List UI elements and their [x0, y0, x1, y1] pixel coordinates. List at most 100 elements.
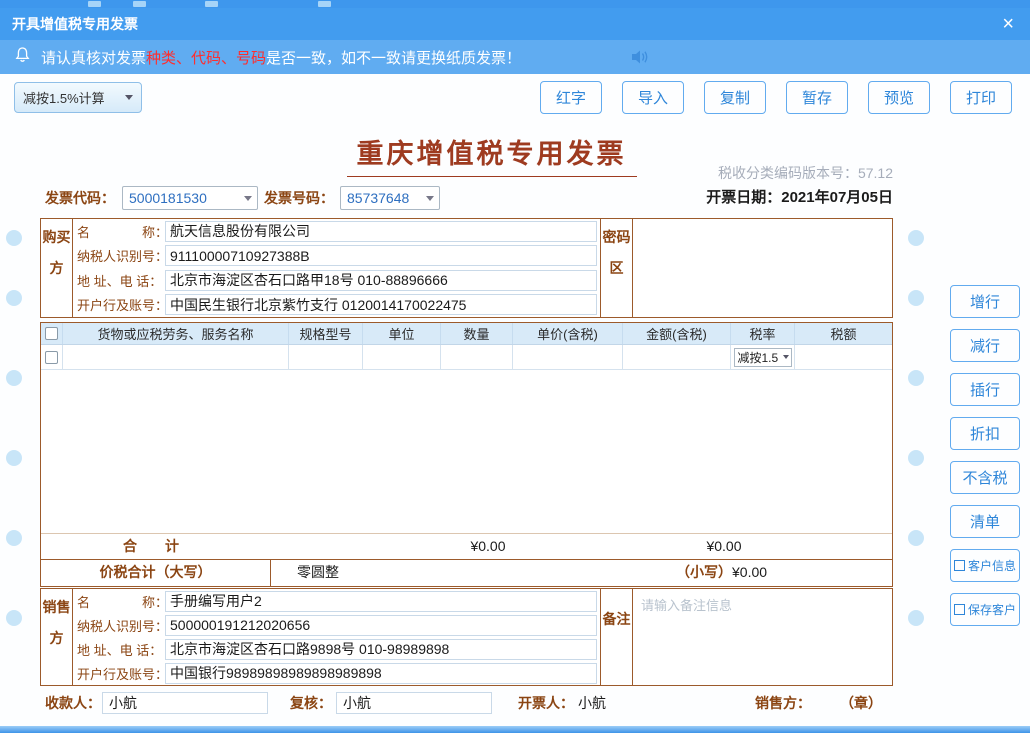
- seller-name-input[interactable]: 手册编写用户2: [165, 591, 597, 612]
- invoice-number-select[interactable]: 85737648: [340, 186, 440, 210]
- goods-name-cell[interactable]: [63, 345, 289, 370]
- spec-cell[interactable]: [289, 345, 363, 370]
- taskbar-mini-icon: [88, 1, 101, 7]
- buyer-name-row: 名 称： 航天信息股份有限公司: [73, 219, 600, 244]
- items-table: 货物或应税劳务、服务名称 规格型号 单位 数量 单价(含税) 金额(含税) 税率…: [40, 322, 893, 560]
- invoice-number-value: 85737648: [347, 190, 409, 206]
- quantity-cell[interactable]: [441, 345, 513, 370]
- customer-info-button[interactable]: 客户信息: [950, 549, 1020, 582]
- notice-bar: 请认真核对发票种类、代码、号码是否一致，如不一致请更换纸质发票！: [0, 40, 1030, 74]
- checkbox-icon: [954, 604, 965, 615]
- select-all-checkbox[interactable]: [45, 327, 58, 340]
- decorative-dot: [908, 530, 924, 546]
- insert-row-button[interactable]: 插行: [950, 373, 1020, 406]
- buyer-side-label: 购买方: [41, 219, 73, 317]
- col-quantity: 数量: [441, 323, 513, 344]
- decorative-dot: [6, 610, 22, 626]
- col-goods-name: 货物或应税劳务、服务名称: [63, 323, 289, 344]
- payee-input[interactable]: [102, 692, 268, 714]
- seller-fields: 名 称： 手册编写用户2 纳税人识别号： 500000191212020656 …: [73, 589, 601, 685]
- tax-cell[interactable]: [795, 345, 892, 370]
- invoice-date: 开票日期：2021年07月05日: [706, 185, 893, 211]
- buyer-name-input[interactable]: 航天信息股份有限公司: [165, 221, 597, 242]
- seller-address-row: 地 址、电 话： 北京市海淀区杏石口路9898号 010-98989898: [73, 637, 600, 661]
- items-total-row: 合 计 ¥0.00 ¥0.00: [41, 533, 892, 559]
- buyer-taxid-row: 纳税人识别号： 91110000710927388B: [73, 244, 600, 269]
- reviewer-label: 复核：: [290, 690, 332, 716]
- copy-button[interactable]: 复制: [704, 81, 766, 114]
- speaker-icon[interactable]: [630, 49, 652, 70]
- summary-values: 零圆整 （小写）¥0.00: [271, 560, 892, 586]
- row-checkbox-cell: [41, 345, 63, 370]
- remark-input[interactable]: [633, 589, 892, 685]
- seller-bank-input[interactable]: 中国银行98989898989898989898: [165, 663, 597, 684]
- preview-button[interactable]: 预览: [868, 81, 930, 114]
- seller-name-row: 名 称： 手册编写用户2: [73, 589, 600, 613]
- remove-row-button[interactable]: 减行: [950, 329, 1020, 362]
- unit-price-cell[interactable]: [513, 345, 623, 370]
- invoice-app-window: 开具增值税专用发票 × 请认真核对发票种类、代码、号码是否一致，如不一致请更换纸…: [0, 0, 1030, 733]
- titlebar: 开具增值税专用发票 ×: [0, 8, 1030, 40]
- seller-stamp-mark: （章）: [840, 690, 882, 716]
- seller-address-label: 地 址、电 话：: [73, 640, 165, 659]
- tax-rate-select[interactable]: 减按1.5: [734, 348, 792, 367]
- decorative-dot: [6, 290, 22, 306]
- window-title: 开具增值税专用发票: [12, 14, 138, 34]
- decorative-dot: [6, 450, 22, 466]
- seller-taxid-input[interactable]: 500000191212020656: [165, 615, 597, 636]
- tax-rate-value: 减按1.5: [738, 349, 779, 366]
- add-row-button[interactable]: 增行: [950, 285, 1020, 318]
- total-unit-price: ¥0.00: [448, 534, 528, 559]
- buyer-fields: 名 称： 航天信息股份有限公司 纳税人识别号： 9111000071092738…: [73, 219, 601, 317]
- buyer-bank-input[interactable]: 中国民生银行北京紫竹支行 0120014170022475: [165, 294, 597, 315]
- print-button[interactable]: 打印: [950, 81, 1012, 114]
- decorative-dot: [908, 290, 924, 306]
- window-bottom-edge: [0, 726, 1030, 733]
- bell-icon: [14, 46, 31, 69]
- decorative-dot: [908, 370, 924, 386]
- decorative-dot: [6, 230, 22, 246]
- calc-mode-select[interactable]: 减按1.5%计算: [14, 82, 142, 113]
- payee-label: 收款人：: [45, 690, 101, 716]
- buyer-address-row: 地 址、电 话： 北京市海淀区杏石口路甲18号 010-88896666: [73, 268, 600, 293]
- decorative-dot: [908, 230, 924, 246]
- drawer-value: 小航: [578, 690, 606, 716]
- buyer-bank-row: 开户行及账号： 中国民生银行北京紫竹支行 0120014170022475: [73, 293, 600, 318]
- seller-section: 销售方 名 称： 手册编写用户2 纳税人识别号： 500000191212020…: [40, 588, 893, 686]
- discount-button[interactable]: 折扣: [950, 417, 1020, 450]
- tax-rate-cell: 减按1.5: [731, 345, 795, 370]
- row-checkbox[interactable]: [45, 351, 58, 364]
- amount-in-words: 零圆整: [297, 560, 339, 585]
- decorative-dot: [6, 530, 22, 546]
- invoice-title: 重庆增值税专用发票: [347, 132, 637, 177]
- close-icon[interactable]: ×: [998, 14, 1018, 34]
- save-customer-button[interactable]: 保存客户: [950, 593, 1020, 626]
- invoice-number-label: 发票号码：: [264, 185, 334, 211]
- seller-side-label: 销售方: [41, 589, 73, 685]
- tax-exclusive-button[interactable]: 不含税: [950, 461, 1020, 494]
- seller-bank-label: 开户行及账号：: [73, 664, 165, 683]
- seller-bank-row: 开户行及账号： 中国银行98989898989898989898: [73, 661, 600, 685]
- buyer-taxid-input[interactable]: 91110000710927388B: [165, 245, 597, 266]
- reviewer-input[interactable]: [336, 692, 492, 714]
- col-spec: 规格型号: [289, 323, 363, 344]
- temp-save-button[interactable]: 暂存: [786, 81, 848, 114]
- list-button[interactable]: 清单: [950, 505, 1020, 538]
- item-row: 减按1.5: [41, 345, 892, 370]
- invoice-code-select[interactable]: 5000181530: [122, 186, 258, 210]
- taskbar-mini-icon: [318, 1, 331, 7]
- chevron-down-icon: [125, 95, 133, 100]
- notice-text: 请认真核对发票种类、代码、号码是否一致，如不一致请更换纸质发票！: [41, 47, 521, 68]
- invoice-code-label: 发票代码：: [45, 185, 115, 211]
- remark-area: [633, 589, 892, 685]
- col-unit: 单位: [363, 323, 441, 344]
- chevron-down-icon: [426, 196, 434, 201]
- total-amount: ¥0.00: [684, 534, 764, 559]
- red-invoice-button[interactable]: 红字: [540, 81, 602, 114]
- seller-address-input[interactable]: 北京市海淀区杏石口路9898号 010-98989898: [165, 639, 597, 660]
- buyer-address-input[interactable]: 北京市海淀区杏石口路甲18号 010-88896666: [165, 270, 597, 291]
- buyer-name-label: 名 称：: [73, 222, 165, 241]
- amount-cell[interactable]: [623, 345, 731, 370]
- unit-cell[interactable]: [363, 345, 441, 370]
- import-button[interactable]: 导入: [622, 81, 684, 114]
